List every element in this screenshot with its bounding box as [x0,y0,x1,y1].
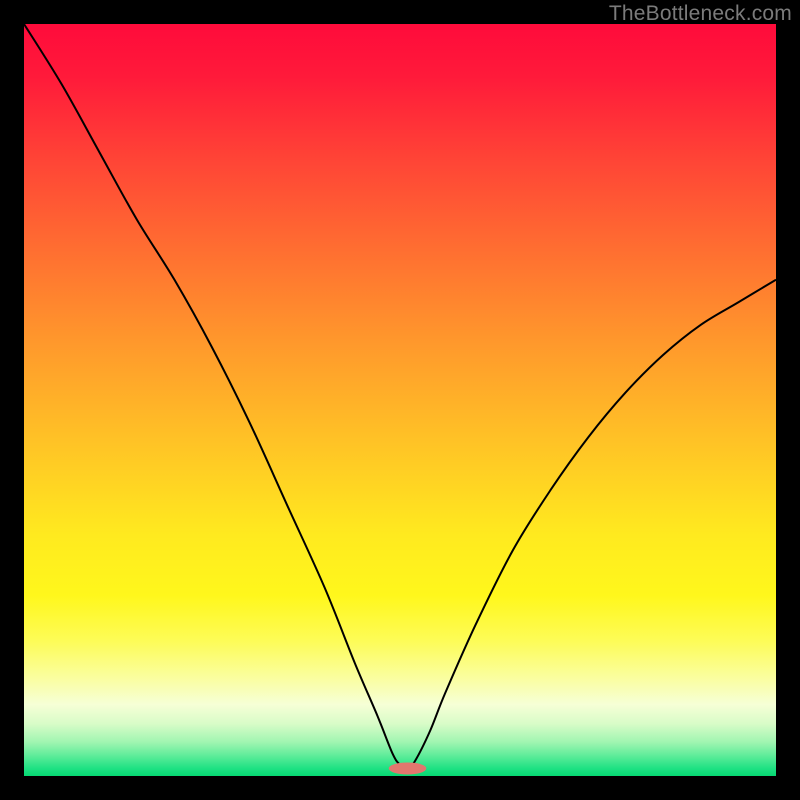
heatmap-background [24,24,776,776]
plot-area [24,24,776,776]
watermark-text: TheBottleneck.com [609,2,792,26]
bottleneck-chart [24,24,776,776]
chart-frame: TheBottleneck.com [0,0,800,800]
optimal-marker [389,762,427,774]
